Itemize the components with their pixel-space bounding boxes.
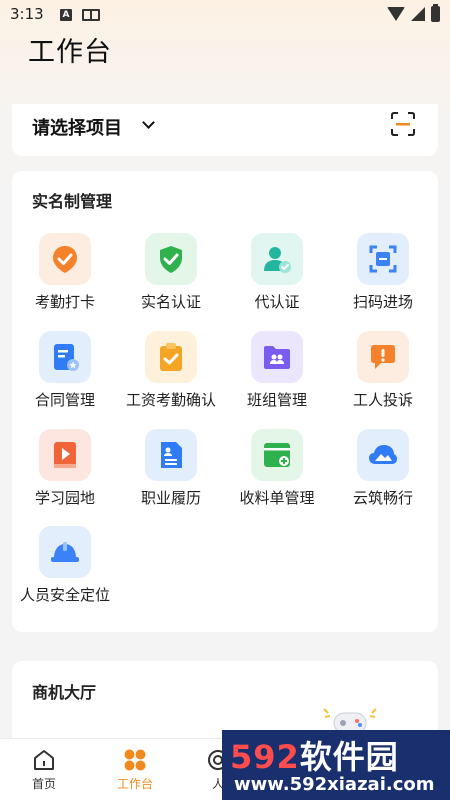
nav-item-workbench[interactable]: 工作台 [105,747,165,792]
grid-item-proxy-auth[interactable]: 代认证 [224,233,330,323]
nav-label: 工作台 [116,777,153,791]
grid-item-learning[interactable]: 学习园地 [12,429,118,519]
workbench-icon [124,749,146,771]
grid-item-cloud[interactable]: 云筑畅行 [330,429,436,519]
watermark-brand-num: 592 [230,738,300,776]
grid-item-label: 扫码进场 [352,293,413,311]
real-name-management-section: 实名制管理 考勤打卡 实名认证 代认证 扫码进场 合同管理 工资考勤确认 班组管… [12,171,438,632]
grid-item-material[interactable]: 收料单管理 [224,429,330,519]
watermark-url: www.592xiazai.com [234,774,435,795]
status-bar: 3:13 A [0,0,450,30]
a-badge-icon: A [60,9,72,21]
project-selector-label[interactable]: 请选择项目 [32,114,122,140]
nav-item-home[interactable]: 首页 [14,747,74,792]
helmet-icon [39,526,91,578]
grid-item-career[interactable]: 职业履历 [118,429,224,519]
grid-item-complaint[interactable]: 工人投诉 [330,331,436,421]
grid-item-label: 合同管理 [34,391,95,409]
grid-item-label: 职业履历 [140,489,201,507]
contract-icon [39,331,91,383]
grid-item-label: 班组管理 [246,391,307,409]
watermark-brand-text: 软件园 [299,738,399,776]
video-book-icon [39,429,91,481]
grid-item-label: 工资考勤确认 [125,391,216,409]
attendance-check-icon [39,233,91,285]
chevron-down-icon[interactable] [142,116,155,129]
grid-item-label: 云筑畅行 [352,489,413,507]
signal-icon [411,7,425,21]
scan-entry-icon [357,233,409,285]
grid-item-label: 实名认证 [140,293,201,311]
grid-item-label: 收料单管理 [239,489,315,507]
grid-item-label: 工人投诉 [352,391,413,409]
watermark-brand: 592软件园 [230,732,399,778]
section-title: 商机大厅 [32,683,97,702]
status-time: 3:13 [10,5,44,23]
project-selector[interactable]: 请选择项目 [12,104,438,156]
user-verify-icon [251,233,303,285]
grid-item-safety-location[interactable]: 人员安全定位 [12,526,118,616]
watermark-logo: 592软件园 www.592xiazai.com [222,730,450,800]
grid-item-label: 代认证 [254,293,300,311]
grid-item-attendance[interactable]: 考勤打卡 [12,233,118,323]
shield-check-icon [145,233,197,285]
status-indicators [387,4,440,22]
battery-icon [431,4,440,22]
grid-item-label: 学习园地 [34,489,95,507]
scan-qr-icon[interactable] [390,111,416,137]
clipboard-check-icon [145,331,197,383]
grid-item-real-name-auth[interactable]: 实名认证 [118,233,224,323]
complaint-icon [357,331,409,383]
wifi-icon [387,7,405,21]
cloud-icon [357,429,409,481]
grid-item-contract[interactable]: 合同管理 [12,331,118,421]
grid-item-label: 人员安全定位 [19,586,110,604]
nav-label: 首页 [31,777,56,791]
reader-icon [82,9,100,21]
page-title: 工作台 [28,37,112,68]
resume-icon [145,429,197,481]
grid-item-label: 考勤打卡 [34,293,95,311]
material-box-icon [251,429,303,481]
grid-item-scan-entry[interactable]: 扫码进场 [330,233,436,323]
grid-item-team[interactable]: 班组管理 [224,331,330,421]
home-icon [34,750,54,770]
team-folder-icon [251,331,303,383]
section-title: 实名制管理 [32,192,113,211]
grid-item-wage-attendance[interactable]: 工资考勤确认 [118,331,224,421]
